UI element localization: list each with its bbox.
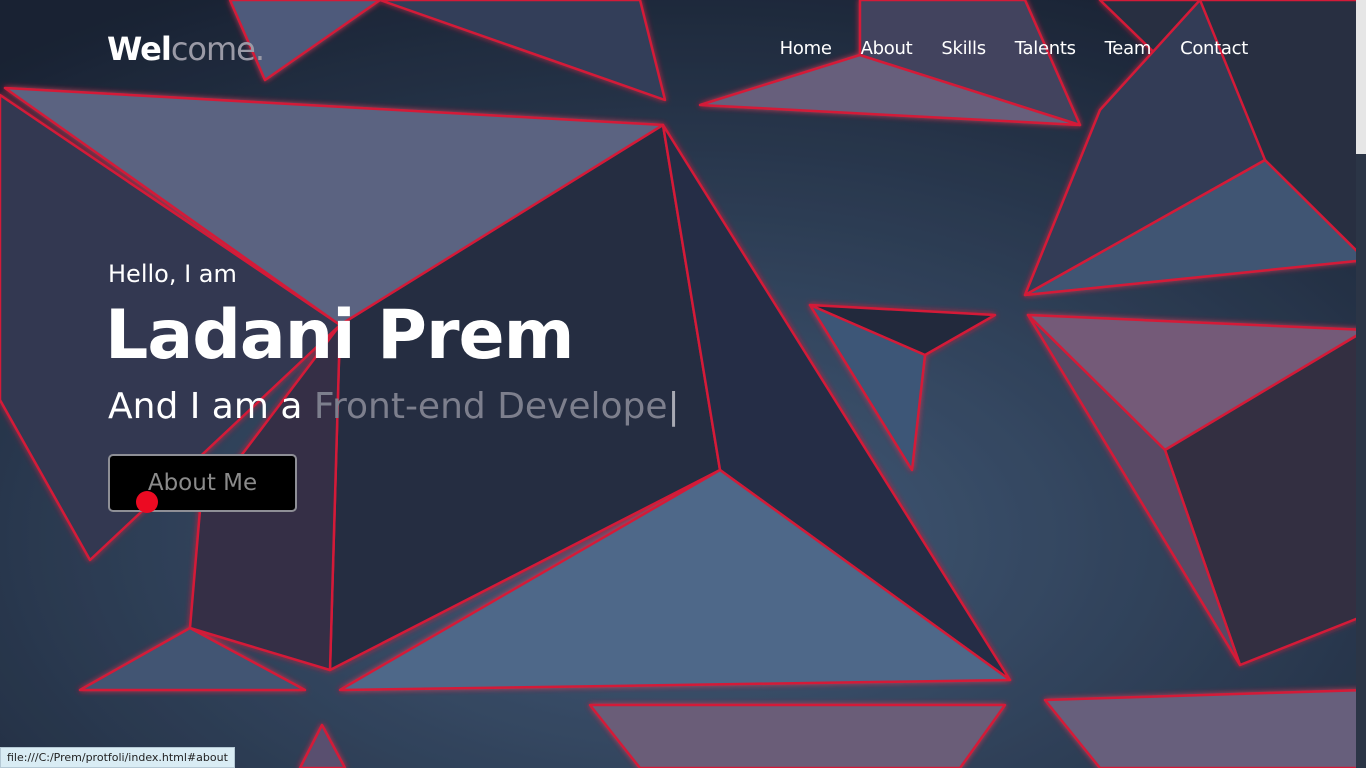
- browser-status-bar: file:///C:/Prem/protfoli/index.html#abou…: [0, 747, 235, 768]
- nav-link-skills[interactable]: Skills: [941, 38, 986, 59]
- scrollbar-thumb[interactable]: [1356, 0, 1366, 154]
- nav-link-contact[interactable]: Contact: [1180, 38, 1248, 59]
- hero-role: And I am a Front-end Develope|: [108, 384, 680, 430]
- navbar: Welcome. Home About Skills Talents Team …: [0, 0, 1366, 100]
- hero-role-prefix: And I am a: [108, 386, 303, 427]
- hero-content: Hello, I am Ladani Prem And I am a Front…: [105, 256, 680, 430]
- nav-menu: Home About Skills Talents Team Contact: [780, 38, 1249, 59]
- custom-cursor-dot: [136, 491, 158, 513]
- logo[interactable]: Welcome.: [107, 30, 265, 68]
- logo-text-secondary: come.: [170, 30, 265, 68]
- hero-section: Welcome. Home About Skills Talents Team …: [0, 0, 1366, 768]
- hero-role-typed-text: Front-end Develope: [313, 386, 668, 427]
- scrollbar[interactable]: [1356, 0, 1366, 768]
- logo-text-primary: Wel: [107, 30, 172, 68]
- nav-link-talents[interactable]: Talents: [1015, 38, 1076, 59]
- nav-link-home[interactable]: Home: [780, 38, 832, 59]
- nav-link-about[interactable]: About: [861, 38, 913, 59]
- hero-greeting: Hello, I am: [108, 260, 237, 288]
- typing-cursor: |: [667, 386, 680, 427]
- nav-link-team[interactable]: Team: [1105, 38, 1152, 59]
- hero-name: Ladani Prem: [105, 296, 575, 375]
